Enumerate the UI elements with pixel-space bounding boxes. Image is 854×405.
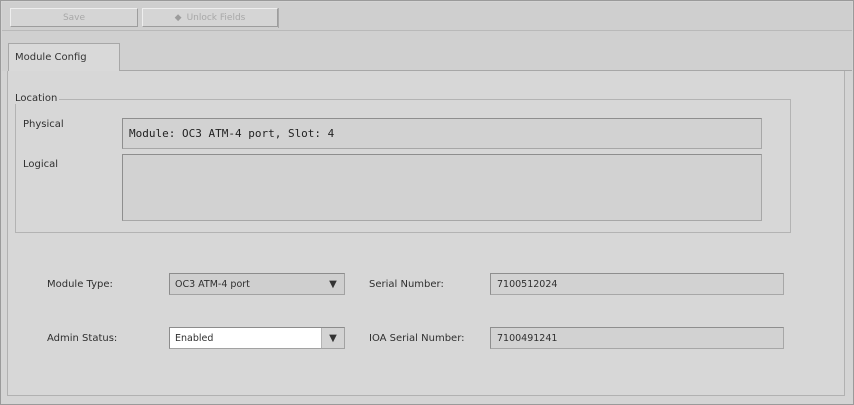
serial-number-label: Serial Number: [369, 279, 444, 290]
location-legend: Location [13, 93, 60, 104]
unlock-fields-button[interactable]: ◆ Unlock Fields [142, 8, 278, 27]
toolbar: Save ◆ Unlock Fields [2, 2, 852, 31]
module-type-select[interactable]: OC3 ATM-4 port ▼ [169, 273, 345, 295]
physical-location-field[interactable]: Module: OC3 ATM-4 port, Slot: 4 [122, 118, 762, 149]
admin-status-label: Admin Status: [47, 333, 118, 344]
chevron-down-icon: ▼ [321, 328, 344, 348]
admin-status-value: Enabled [175, 332, 214, 344]
logical-label: Logical [23, 159, 59, 170]
serial-number-field[interactable]: 7100512024 [490, 273, 784, 295]
module-config-window: Save ◆ Unlock Fields Module Config Locat… [0, 0, 854, 405]
chevron-down-icon: ▼ [329, 278, 337, 290]
module-type-value: OC3 ATM-4 port [175, 278, 250, 290]
unlock-fields-button-label: Unlock Fields [186, 12, 246, 23]
lock-icon: ◆ [174, 12, 182, 23]
physical-label: Physical [23, 119, 64, 130]
module-type-label: Module Type: [47, 279, 113, 290]
save-button-label: Save [62, 12, 86, 23]
save-button[interactable]: Save [10, 8, 138, 27]
ioa-serial-number-value: 7100491241 [497, 332, 558, 344]
serial-number-value: 7100512024 [497, 278, 558, 290]
ioa-serial-number-field[interactable]: 7100491241 [490, 327, 784, 349]
ioa-serial-number-label: IOA Serial Number: [369, 333, 465, 344]
tab-strip: Module Config [2, 31, 852, 71]
toolbar-separator [278, 8, 279, 28]
physical-location-value: Module: OC3 ATM-4 port, Slot: 4 [129, 127, 335, 140]
tab-module-config-label: Module Config [15, 52, 87, 63]
admin-status-select[interactable]: Enabled ▼ [169, 327, 345, 349]
tab-module-config[interactable]: Module Config [8, 43, 120, 71]
logical-location-field[interactable] [122, 154, 762, 221]
